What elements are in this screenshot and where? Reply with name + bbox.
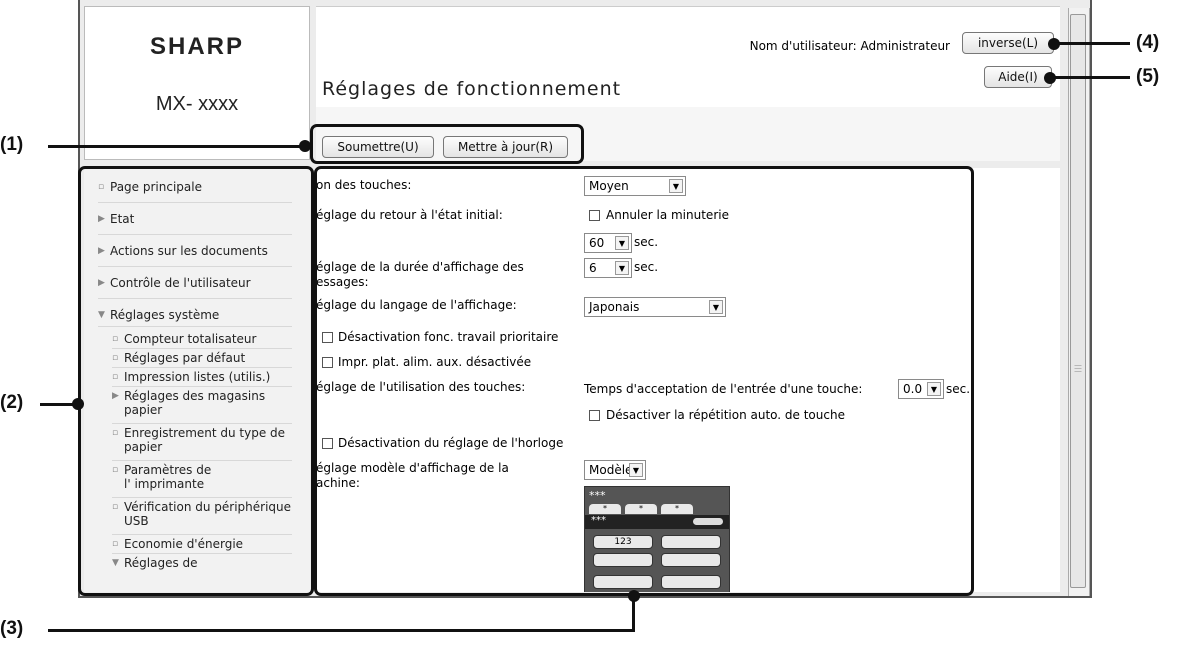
scrollbar-grip-icon: ― ― ― [1074, 361, 1082, 375]
callout-frame-2 [78, 166, 314, 596]
brand-logo: SHARP [149, 33, 244, 60]
callout-2: (2) [0, 392, 24, 413]
callout-3: (3) [0, 618, 24, 639]
username-label: Nom d'utilisateur: Administrateur [749, 39, 950, 53]
logo-panel: SHARP MX- xxxx [84, 6, 310, 160]
callout-frame-3 [314, 166, 974, 596]
help-button[interactable]: Aide(I) [984, 66, 1052, 88]
callout-5: (5) [1136, 66, 1160, 87]
model-name: MX- xxxx [155, 93, 239, 115]
callout-frame-1 [310, 124, 584, 164]
callout-4: (4) [1136, 32, 1160, 53]
scrollbar-thumb[interactable] [1070, 14, 1086, 588]
callout-1: (1) [0, 134, 24, 155]
page-title: Réglages de fonctionnement [322, 78, 622, 100]
logout-button[interactable]: inverse(L) [962, 32, 1054, 54]
